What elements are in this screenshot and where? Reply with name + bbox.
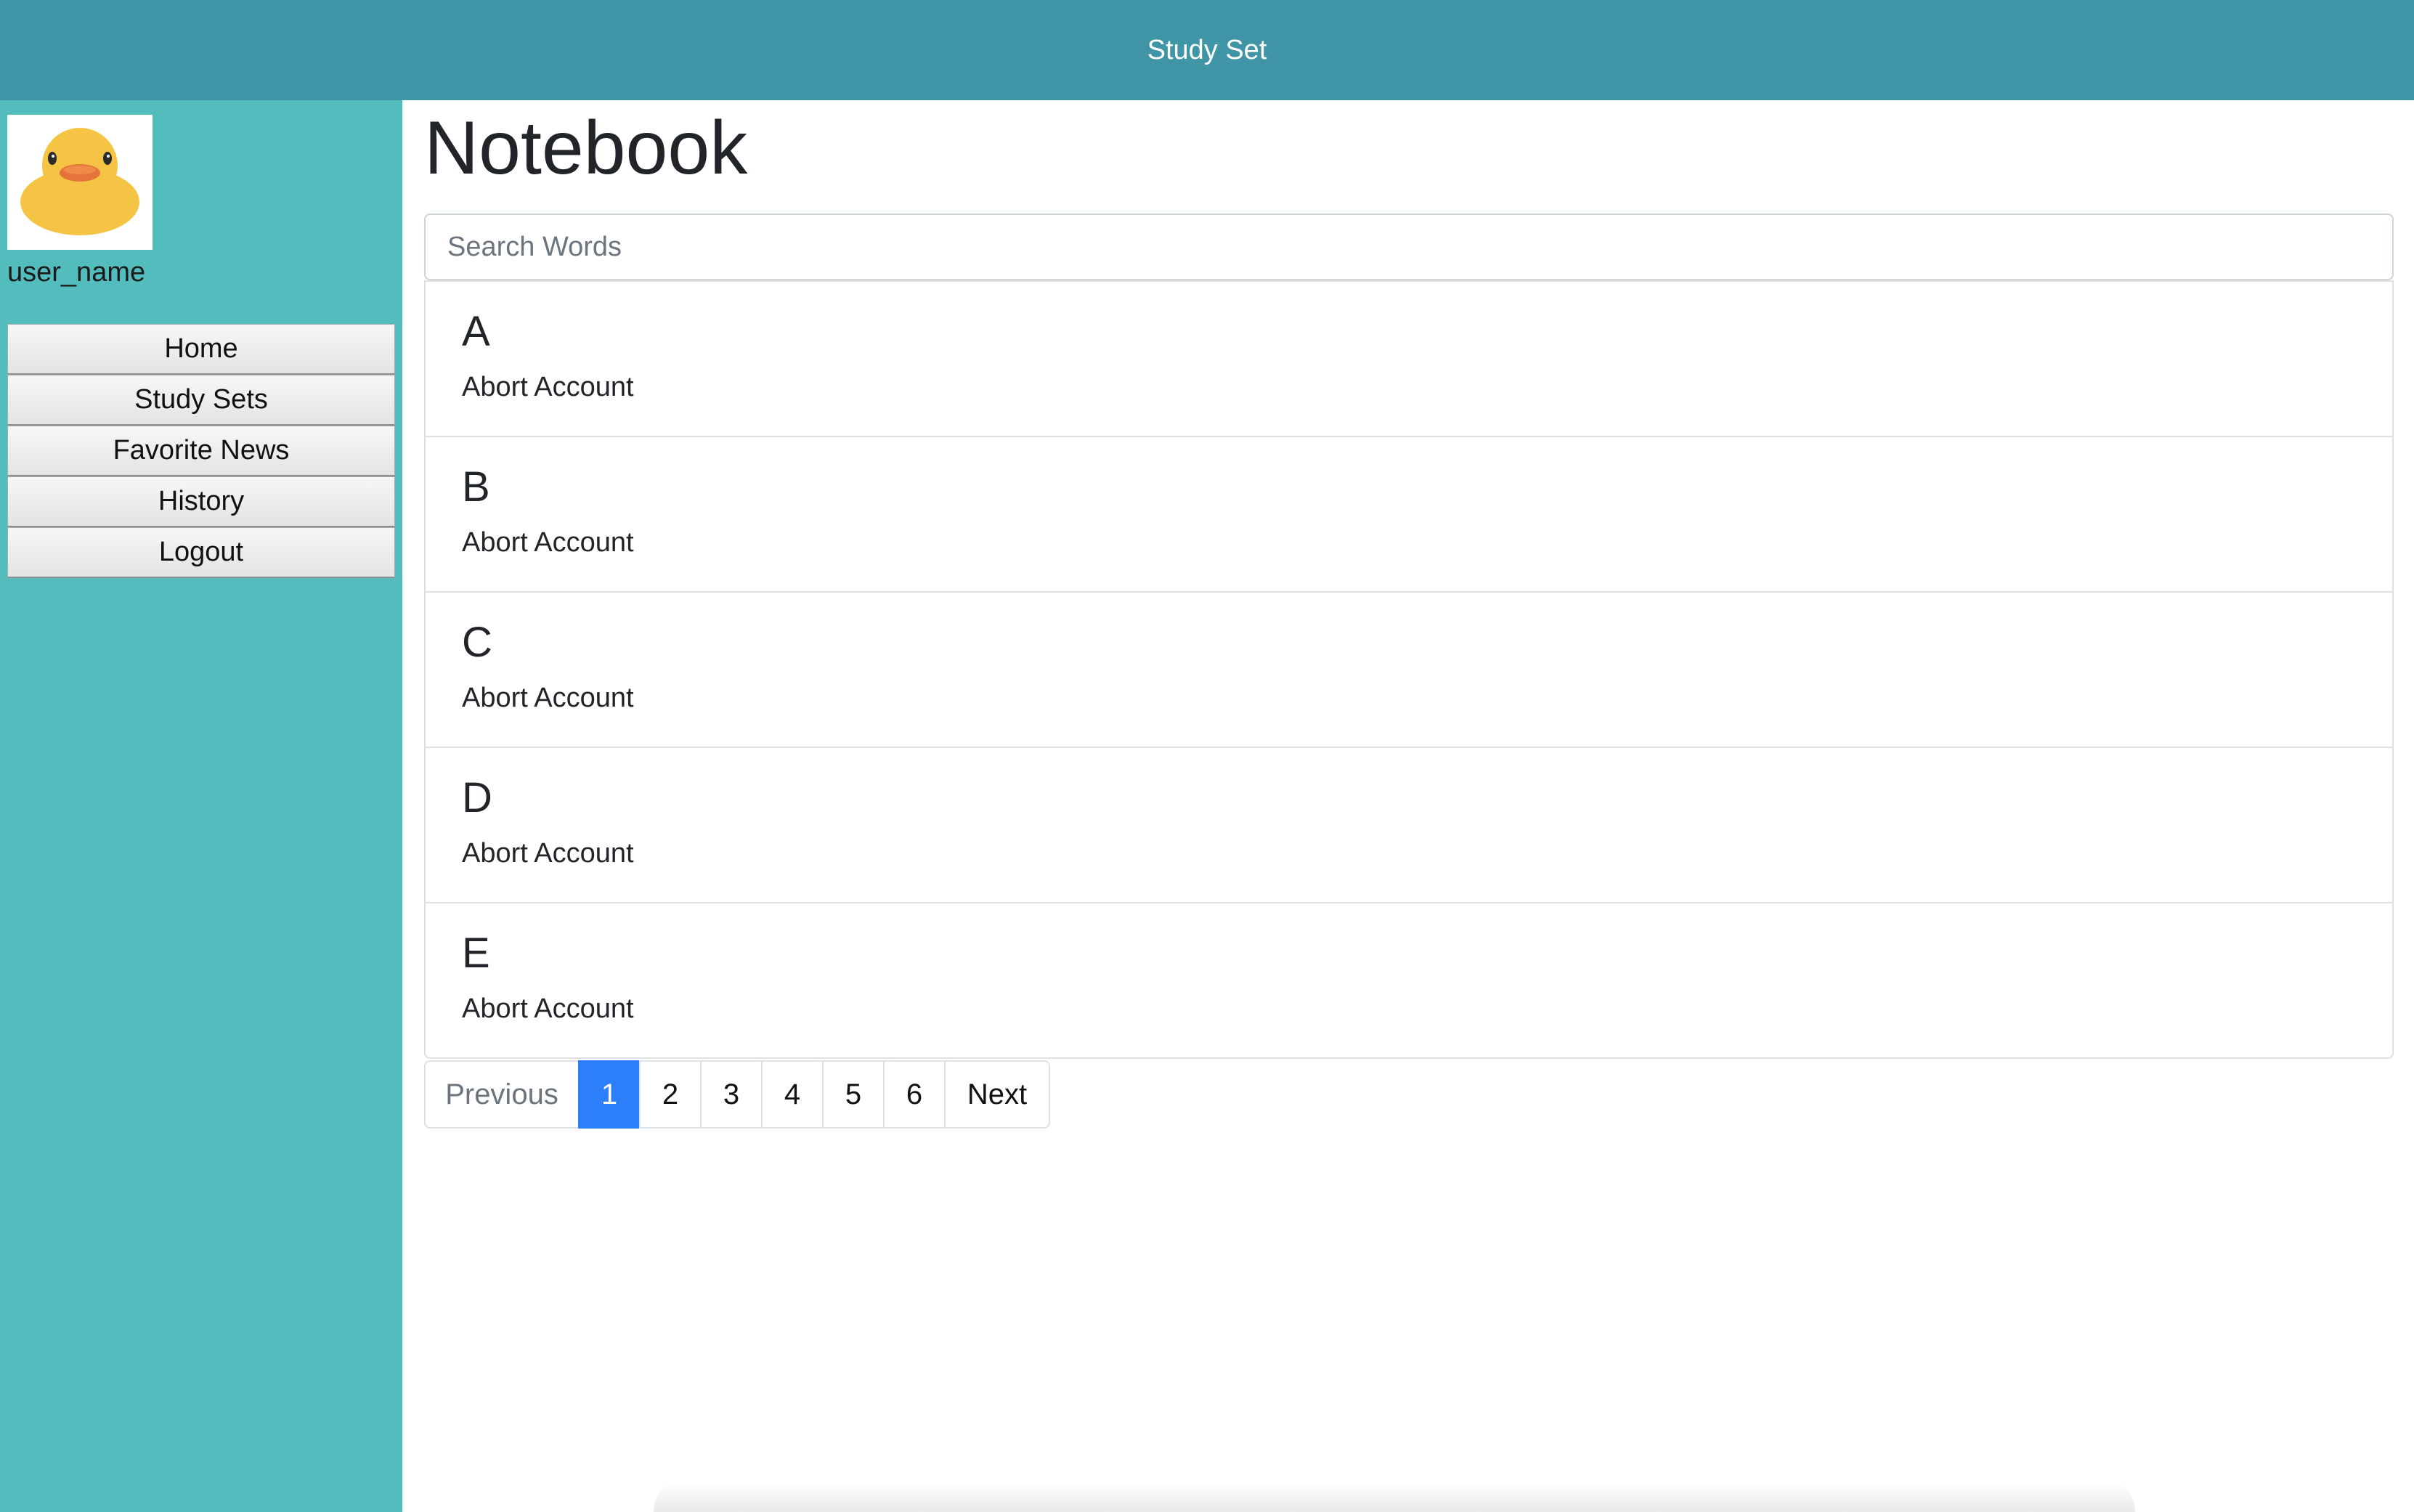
nav-study-sets-button[interactable]: Study Sets xyxy=(7,375,395,426)
pagination-page-4[interactable]: 4 xyxy=(761,1060,824,1129)
pagination: Previous 1 2 3 4 5 6 Next xyxy=(424,1060,2394,1129)
group-letter: B xyxy=(462,463,490,511)
rubber-duck-icon xyxy=(20,128,139,235)
app-title: Study Set xyxy=(1147,34,1267,65)
group-letter: D xyxy=(462,774,492,821)
word-entry: Abort Account xyxy=(462,838,634,869)
word-entry: Abort Account xyxy=(462,993,634,1024)
list-item[interactable]: B Abort Account xyxy=(426,436,2392,591)
group-letter: A xyxy=(462,308,490,355)
pagination-page-5[interactable]: 5 xyxy=(822,1060,885,1129)
pagination-next-button[interactable]: Next xyxy=(944,1060,1050,1129)
word-entry: Abort Account xyxy=(462,527,634,558)
word-entry: Abort Account xyxy=(462,372,634,402)
top-bar: Study Set xyxy=(0,0,2414,100)
nav-logout-button[interactable]: Logout xyxy=(7,527,395,578)
list-item[interactable]: A Abort Account xyxy=(426,280,2392,436)
search-input[interactable] xyxy=(424,214,2394,280)
sidebar: user_name Home Study Sets Favorite News … xyxy=(0,100,402,1512)
sidebar-nav: Home Study Sets Favorite News History Lo… xyxy=(7,324,395,578)
word-entry: Abort Account xyxy=(462,683,634,713)
page-title: Notebook xyxy=(424,106,748,190)
list-item[interactable]: D Abort Account xyxy=(426,747,2392,902)
group-letter: C xyxy=(462,619,492,666)
list-item[interactable]: C Abort Account xyxy=(426,591,2392,747)
nav-home-button[interactable]: Home xyxy=(7,324,395,375)
bottom-shadow xyxy=(654,1481,2135,1512)
avatar xyxy=(7,115,153,250)
group-letter: E xyxy=(462,930,490,977)
main-content: Notebook A Abort Account B Abort Account… xyxy=(424,100,2394,1129)
pagination-page-2[interactable]: 2 xyxy=(639,1060,702,1129)
pagination-page-6[interactable]: 6 xyxy=(883,1060,946,1129)
nav-favorite-news-button[interactable]: Favorite News xyxy=(7,426,395,476)
word-list: A Abort Account B Abort Account C Abort … xyxy=(424,280,2394,1059)
pagination-page-3[interactable]: 3 xyxy=(700,1060,763,1129)
username: user_name xyxy=(7,257,146,288)
nav-history-button[interactable]: History xyxy=(7,476,395,527)
pagination-previous-button[interactable]: Previous xyxy=(424,1060,580,1129)
pagination-page-1[interactable]: 1 xyxy=(578,1060,641,1129)
list-item[interactable]: E Abort Account xyxy=(426,902,2392,1057)
